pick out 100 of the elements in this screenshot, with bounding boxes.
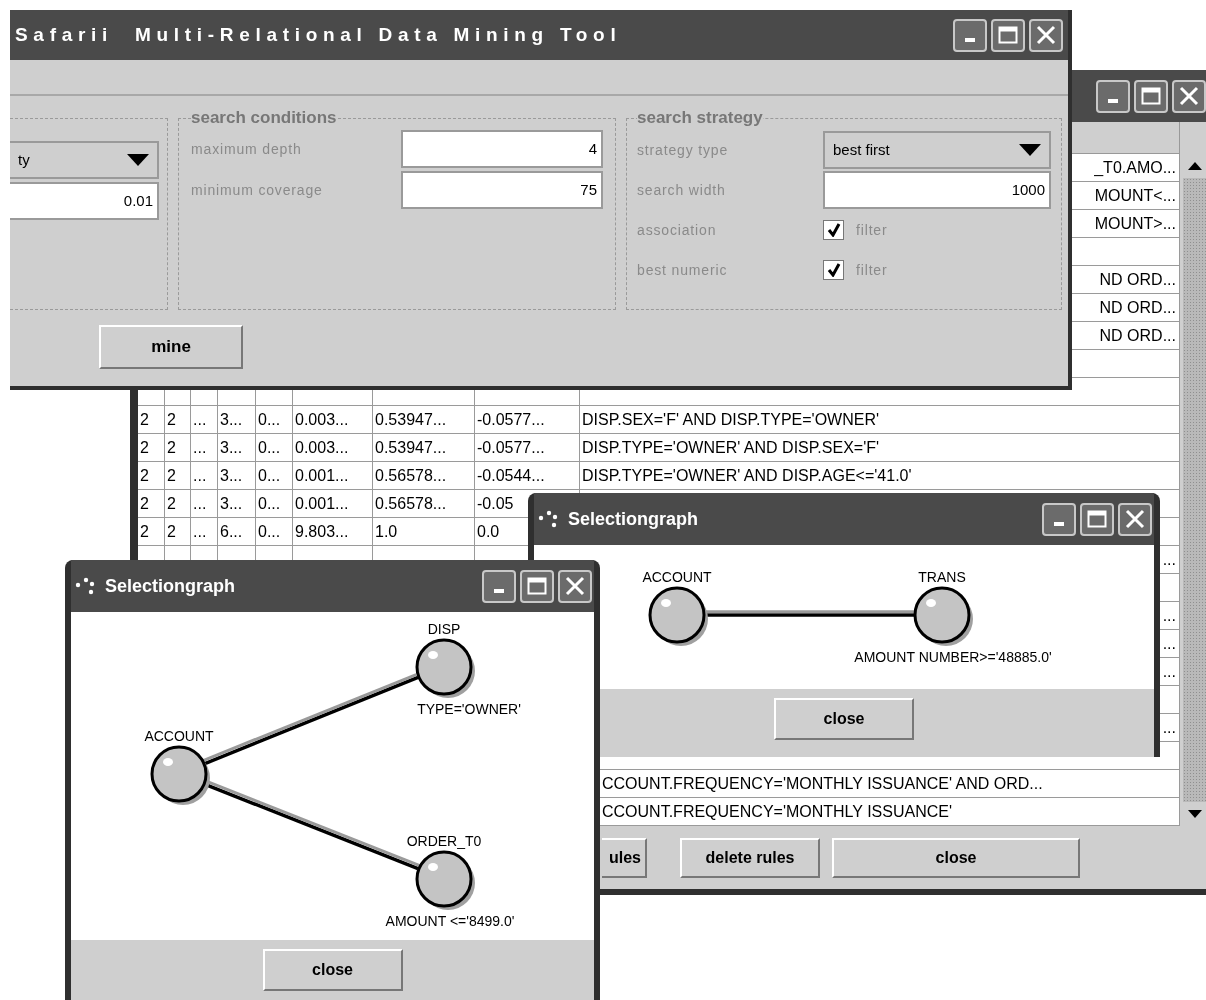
table-cell-text: 2 xyxy=(140,521,149,542)
checkbox[interactable] xyxy=(823,220,844,240)
table-cell-text: 0... xyxy=(258,465,281,486)
table-cell-text: 0.56578... xyxy=(375,493,447,514)
rule-cell-text: CCOUNT.FREQUENCY='MONTHLY ISSUANCE' AND ORD... xyxy=(602,773,1043,794)
node-label: ORDER_T0 xyxy=(406,833,482,849)
window-title: Selectiongraph xyxy=(105,574,236,598)
minimize-button[interactable] xyxy=(1096,79,1130,113)
input-field[interactable]: 4 xyxy=(401,130,603,168)
table-cell-text: ... xyxy=(193,521,207,542)
close-button[interactable] xyxy=(1118,502,1152,536)
dots-icon xyxy=(538,510,560,528)
table-cell-text: 0.0 xyxy=(477,521,500,542)
strategy-selector[interactable]: best first xyxy=(823,131,1051,169)
node-sphere[interactable] xyxy=(415,850,475,910)
minimize-button[interactable] xyxy=(953,18,987,52)
table-cell-text: 0.53947... xyxy=(375,437,447,458)
table-cell-text: 2 xyxy=(167,465,176,486)
maximize-icon xyxy=(998,26,1018,44)
rule-cell-text: ... xyxy=(1162,717,1176,738)
field-label: strategy type xyxy=(637,140,730,160)
input-field[interactable]: 75 xyxy=(401,171,603,209)
node-sphere[interactable] xyxy=(913,586,973,646)
maximize-button[interactable] xyxy=(520,569,554,603)
minimize-icon xyxy=(494,589,504,593)
minimize-button[interactable] xyxy=(482,569,516,603)
rule-cell-text: ND ORD... xyxy=(1099,269,1176,290)
node-sphere[interactable] xyxy=(648,586,708,646)
table-cell-text: 2 xyxy=(140,465,149,486)
input-field[interactable]: 1000 xyxy=(823,171,1051,209)
table-cell-text: 0... xyxy=(258,493,281,514)
close-button[interactable] xyxy=(1172,79,1206,113)
checkbox[interactable] xyxy=(823,260,844,280)
node-condition: AMOUNT <='8499.0' xyxy=(385,913,515,929)
caret-down-icon xyxy=(127,154,149,166)
table-cell-text: 3... xyxy=(220,493,243,514)
maximize-button[interactable] xyxy=(1134,79,1168,113)
rule-cell-text: DISP.TYPE='OWNER' AND DISP.SEX='F' xyxy=(582,437,880,458)
maximize-icon xyxy=(1087,510,1107,528)
table-cell-text: 0.001... xyxy=(295,493,349,514)
window-title: Selectiongraph xyxy=(568,507,699,531)
table-cell-text: 3... xyxy=(220,465,243,486)
node-label: ACCOUNT xyxy=(642,569,712,585)
table-cell-text: -0.0577... xyxy=(477,409,545,430)
minimize-icon xyxy=(965,38,975,42)
dots-icon xyxy=(75,577,97,595)
close-icon xyxy=(1125,509,1145,529)
table-cell-text: ... xyxy=(193,493,207,514)
table-cell-text: 0... xyxy=(258,437,281,458)
field-label: search width xyxy=(637,180,727,200)
table-cell-text: 1.0 xyxy=(375,521,398,542)
checkbox-label: filter xyxy=(856,220,888,240)
table-cell-text: 0.56578... xyxy=(375,465,447,486)
table-cell-text: 0... xyxy=(258,409,281,430)
scroll-up-icon xyxy=(1187,162,1202,170)
node-sphere[interactable] xyxy=(150,745,210,805)
node-condition: TYPE='OWNER' xyxy=(417,701,521,717)
minimize-icon xyxy=(1108,99,1118,103)
close-button[interactable]: close xyxy=(832,837,1080,878)
table-cell-text: 3... xyxy=(220,437,243,458)
table-cell-text: 0.003... xyxy=(295,409,349,430)
table-cell-text: 2 xyxy=(140,437,149,458)
close-button[interactable]: close xyxy=(774,698,914,740)
table-cell-text: 2 xyxy=(140,493,149,514)
rule-cell-text: ND ORD... xyxy=(1099,297,1176,318)
caret-down-icon xyxy=(1019,144,1041,156)
close-button[interactable] xyxy=(1029,18,1063,52)
table-cell-text: ... xyxy=(193,409,207,430)
node-sphere[interactable] xyxy=(415,638,475,698)
checkbox-label: filter xyxy=(856,260,888,280)
rule-cell-text: ... xyxy=(1162,605,1176,626)
table-cell-text: -0.05 xyxy=(477,493,514,514)
rule-cell-text: DISP.TYPE='OWNER' AND DISP.AGE<='41.0' xyxy=(582,465,912,486)
table-cell-text: 9.803... xyxy=(295,521,349,542)
rule-cell-text: MOUNT<... xyxy=(1094,185,1176,206)
table-cell-text: ... xyxy=(193,437,207,458)
rule-cell-text: _T0.AMO... xyxy=(1094,157,1176,178)
rule-cell-text: DISP.SEX='F' AND DISP.TYPE='OWNER' xyxy=(582,409,880,430)
close-button[interactable]: close xyxy=(262,949,403,991)
delete-rules-button[interactable]: delete rules xyxy=(680,837,820,878)
mine-button[interactable]: mine xyxy=(99,325,243,369)
close-icon xyxy=(1036,25,1056,45)
selector[interactable]: ty xyxy=(10,141,159,179)
window-title: Safarii Multi-Relational Data Mining Tool xyxy=(15,22,622,47)
field-label: best numeric xyxy=(637,260,729,280)
table-cell-text: 0.003... xyxy=(295,437,349,458)
table-cell-text: 6... xyxy=(220,521,243,542)
input-field[interactable]: 0.01 xyxy=(10,182,159,220)
group-title: search strategy xyxy=(637,108,763,128)
table-cell-text: -0.0544... xyxy=(477,465,545,486)
table-cell-text: 2 xyxy=(140,409,149,430)
scroll-down-icon xyxy=(1187,810,1202,818)
maximize-button[interactable] xyxy=(991,18,1025,52)
table-cell-text: ... xyxy=(193,465,207,486)
group-title: search conditions xyxy=(191,108,337,128)
rules-button[interactable]: ules xyxy=(602,837,647,878)
rule-cell-text: CCOUNT.FREQUENCY='MONTHLY ISSUANCE' xyxy=(602,801,952,822)
maximize-button[interactable] xyxy=(1080,502,1114,536)
close-button[interactable] xyxy=(558,569,592,603)
minimize-button[interactable] xyxy=(1042,502,1076,536)
